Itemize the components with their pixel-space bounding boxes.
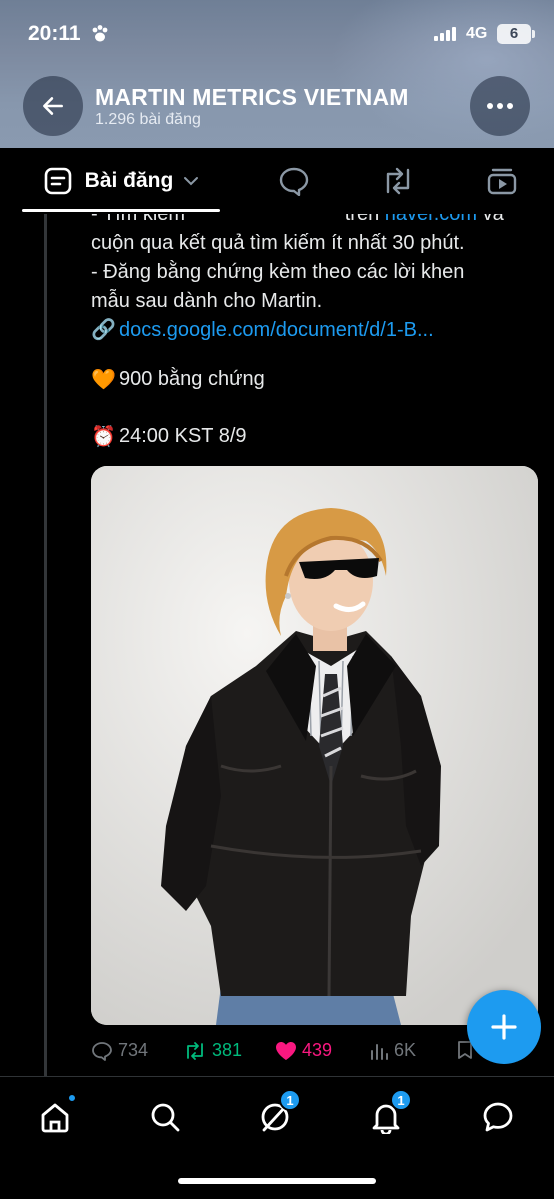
chevron-down-icon — [184, 177, 199, 186]
alarm-clock-icon: ⏰ — [91, 426, 116, 448]
heart-icon — [276, 1041, 296, 1060]
posts-icon — [44, 167, 71, 195]
goal-line: 🧡 900 bằng chứng — [91, 367, 265, 392]
nav-home[interactable] — [33, 1093, 77, 1139]
paw-icon — [92, 25, 108, 42]
tab-media[interactable] — [472, 148, 532, 214]
plus-icon — [491, 1014, 517, 1040]
post-text-line-1: - Tìm kiếm "ᄆᄅᄐᄂ ᄆᄅᄂ" trên naver.com và — [91, 214, 541, 229]
deadline-line: ⏰ 24:00 KST 8/9 — [91, 424, 247, 449]
active-tab-indicator — [22, 209, 220, 212]
view-count: 6K — [394, 1040, 417, 1060]
post-text-line-2: cuộn qua kết quả tìm kiếm ít nhất 30 phú… — [91, 232, 465, 254]
battery-tip — [532, 30, 535, 38]
nav-grok[interactable]: 1 — [253, 1089, 301, 1139]
repost-icon — [187, 1041, 203, 1060]
orange-heart-icon: 🧡 — [91, 369, 116, 391]
repost-button[interactable]: 381 — [183, 1040, 242, 1061]
doc-link[interactable]: docs.google.com/document/d/1-B... — [119, 316, 434, 344]
nav-messages[interactable] — [476, 1095, 520, 1139]
replies-icon — [279, 167, 309, 196]
like-count: 439 — [302, 1040, 333, 1060]
repost-count: 381 — [212, 1040, 243, 1060]
compose-post-button[interactable] — [467, 990, 541, 1064]
post-text: - Tìm kiếm "ᄆᄅᄐᄂ ᄆᄅᄂ" trên naver.com và … — [91, 214, 541, 344]
more-dots-icon — [487, 103, 513, 109]
tab-posts-label: Bài đăng — [84, 169, 174, 192]
post-photo[interactable] — [91, 466, 538, 1025]
deadline-text: 24:00 KST 8/9 — [119, 425, 247, 447]
photo-illustration — [91, 466, 538, 1025]
status-time: 20:11 — [28, 22, 81, 45]
search-icon — [151, 1103, 180, 1132]
tab-replies[interactable] — [264, 148, 324, 214]
home-unread-dot — [67, 1093, 77, 1103]
nav-notifications[interactable]: 1 — [364, 1089, 412, 1139]
profile-tabs: Bài đăng — [0, 148, 554, 214]
post-text-fragment: và — [477, 214, 504, 225]
nav-search[interactable] — [143, 1095, 187, 1139]
signal-icon — [434, 27, 456, 41]
reply-icon — [92, 1041, 112, 1061]
post-text-fragment: - Tìm kiếm "ᄆᄅᄐᄂ ᄆᄅᄂ" trên — [91, 214, 385, 225]
thread-connector — [44, 214, 47, 1076]
profile-header-banner: 20:11 4G 6 MARTIN METRICS VIETNAM 1.296 … — [0, 0, 554, 148]
messages-icon — [483, 1102, 513, 1132]
grok-badge: 1 — [279, 1089, 301, 1111]
back-arrow-icon — [43, 97, 63, 115]
goal-text: 900 bằng chứng — [119, 368, 265, 390]
more-options-button[interactable] — [470, 76, 530, 136]
reposts-icon — [386, 167, 410, 195]
post-count: 1.296 bài đăng — [95, 111, 201, 128]
reply-button[interactable]: 734 — [91, 1040, 148, 1061]
post-text-line-5: 🔗 docs.google.com/document/d/1-B... — [91, 316, 541, 344]
views-button[interactable]: 6K — [369, 1040, 416, 1061]
like-button[interactable]: 439 — [275, 1040, 332, 1061]
home-icon — [41, 1103, 69, 1133]
reply-count: 734 — [118, 1040, 149, 1060]
notifications-badge: 1 — [390, 1089, 412, 1111]
post-text-line-4: mẫu sau dành cho Martin. — [91, 290, 323, 312]
link-emoji-icon: 🔗 — [91, 319, 116, 341]
network-type: 4G — [466, 25, 488, 42]
home-indicator — [178, 1178, 376, 1184]
tab-reposts[interactable] — [368, 148, 428, 214]
back-button[interactable] — [23, 76, 83, 136]
views-chart-icon — [371, 1043, 388, 1060]
media-icon — [487, 168, 517, 195]
account-name: MARTIN METRICS VIETNAM — [95, 84, 409, 110]
post-text-line-3: - Đăng bằng chứng kèm theo các lời khen — [91, 261, 465, 283]
naver-link[interactable]: naver.com — [385, 214, 477, 225]
tab-posts[interactable]: Bài đăng — [26, 148, 216, 214]
battery-icon: 6 — [497, 24, 531, 44]
